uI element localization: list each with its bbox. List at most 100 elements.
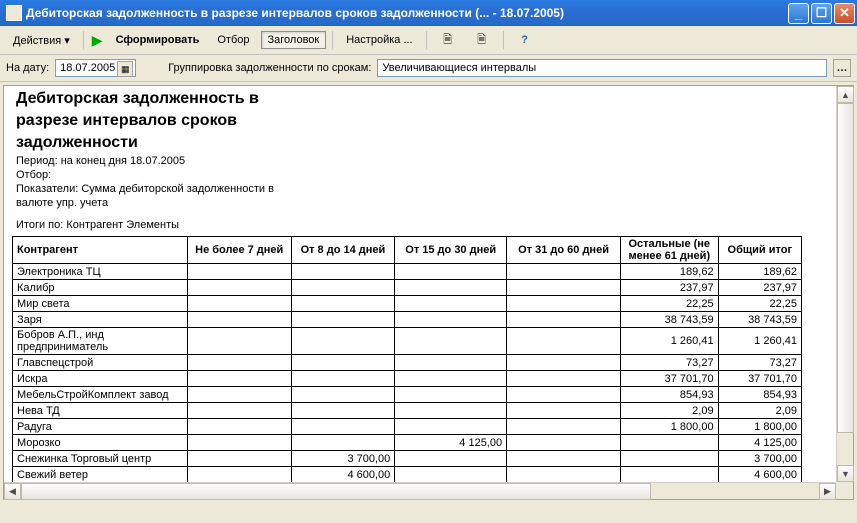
scroll-right-button[interactable]: ▶ [819, 483, 836, 500]
cell-c1 [187, 264, 291, 280]
cell-c1 [187, 312, 291, 328]
cell-c6: 4 125,00 [718, 435, 801, 451]
cell-c6: 1 260,41 [718, 328, 801, 355]
group-input[interactable]: Увеличивающиеся интервалы [377, 59, 827, 77]
table-row[interactable]: Радуга1 800,001 800,00 [13, 419, 802, 435]
col-header: Общий итог [718, 237, 801, 264]
cell-name: МебельСтройКомплект завод [13, 387, 188, 403]
table-row[interactable]: Нева ТД2,092,09 [13, 403, 802, 419]
calendar-icon[interactable]: ▦ [117, 61, 133, 77]
cell-name: Искра [13, 371, 188, 387]
toolbar: Действия ▾ ▶ Сформировать Отбор Заголово… [0, 26, 857, 55]
report-filter: Отбор: [6, 168, 834, 182]
cell-c5 [620, 435, 718, 451]
cell-c2 [291, 312, 395, 328]
settings-button[interactable]: Настройка ... [339, 31, 419, 49]
cell-name: Нева ТД [13, 403, 188, 419]
col-header: Не более 7 дней [187, 237, 291, 264]
cell-c6: 1 800,00 [718, 419, 801, 435]
header-button[interactable]: Заголовок [261, 31, 327, 49]
window-title: Дебиторская задолженность в разрезе инте… [26, 6, 788, 20]
cell-c2 [291, 328, 395, 355]
scroll-up-button[interactable]: ▲ [837, 86, 854, 103]
report-title-l1: Дебиторская задолженность в [6, 88, 834, 110]
table-row[interactable]: Свежий ветер4 600,004 600,00 [13, 467, 802, 483]
actions-menu[interactable]: Действия ▾ [6, 31, 77, 50]
cell-c4 [507, 419, 621, 435]
minimize-button[interactable]: _ [788, 3, 809, 24]
group-picker-button[interactable]: … [833, 59, 851, 77]
report-title-l3: задолженности [6, 132, 834, 154]
separator [426, 31, 427, 49]
table-row[interactable]: Морозко4 125,004 125,00 [13, 435, 802, 451]
cell-name: Снежинка Торговый центр [13, 451, 188, 467]
scroll-left-button[interactable]: ◀ [4, 483, 21, 500]
cell-c5 [620, 467, 718, 483]
cell-c1 [187, 419, 291, 435]
play-icon: ▶ [90, 32, 105, 49]
scroll-thumb-h[interactable] [21, 483, 651, 500]
cell-c2 [291, 387, 395, 403]
cell-c6: 3 700,00 [718, 451, 801, 467]
cell-c3 [395, 451, 507, 467]
cell-c5: 1 800,00 [620, 419, 718, 435]
table-row[interactable]: МебельСтройКомплект завод854,93854,93 [13, 387, 802, 403]
cell-c6: 237,97 [718, 280, 801, 296]
cell-name: Мир света [13, 296, 188, 312]
date-input[interactable]: 18.07.2005 ▦ [55, 59, 136, 77]
cell-c3 [395, 264, 507, 280]
cell-c2 [291, 280, 395, 296]
cell-c3 [395, 371, 507, 387]
col-header: От 31 до 60 дней [507, 237, 621, 264]
group-value: Увеличивающиеся интервалы [382, 62, 536, 74]
cell-c4 [507, 467, 621, 483]
cell-name: Заря [13, 312, 188, 328]
cell-c5: 73,27 [620, 355, 718, 371]
form-button[interactable]: Сформировать [109, 31, 207, 49]
cell-c6: 22,25 [718, 296, 801, 312]
spacer [6, 210, 834, 218]
help-button[interactable]: ? [510, 29, 540, 51]
table-row[interactable]: Главспецстрой73,2773,27 [13, 355, 802, 371]
report-title-l2: разрезе интервалов сроков [6, 110, 834, 132]
table-row[interactable]: Бобров А.П., инд предприниматель 1 260,41… [13, 328, 802, 355]
tool-icon-2[interactable]: 🗎 [467, 29, 497, 51]
cell-c5 [620, 451, 718, 467]
cell-c5: 854,93 [620, 387, 718, 403]
cell-c1 [187, 387, 291, 403]
cell-c4 [507, 371, 621, 387]
cell-name: Электроника ТЦ [13, 264, 188, 280]
table-row[interactable]: Калибр237,97237,97 [13, 280, 802, 296]
report-indicators-l1: Показатели: Сумма дебиторской задолженно… [6, 182, 834, 196]
cell-c6: 38 743,59 [718, 312, 801, 328]
table-row[interactable]: Заря38 743,5938 743,59 [13, 312, 802, 328]
filter-button[interactable]: Отбор [210, 31, 256, 49]
cell-name: Свежий ветер [13, 467, 188, 483]
cell-c5: 189,62 [620, 264, 718, 280]
table-header-row: Контрагент Не более 7 дней От 8 до 14 дн… [13, 237, 802, 264]
report-area: Дебиторская задолженность в разрезе инте… [3, 85, 854, 500]
table-row[interactable]: Мир света22,2522,25 [13, 296, 802, 312]
table-row[interactable]: Электроника ТЦ189,62189,62 [13, 264, 802, 280]
group-label: Группировка задолженности по срокам: [168, 62, 371, 74]
scrollbar-horizontal[interactable]: ◀ ▶ [4, 482, 836, 499]
close-button[interactable]: ✕ [834, 3, 855, 24]
separator [503, 31, 504, 49]
table-row[interactable]: Снежинка Торговый центр3 700,003 700,00 [13, 451, 802, 467]
cell-c3 [395, 387, 507, 403]
cell-c5: 1 260,41 [620, 328, 718, 355]
dropdown-icon: ▾ [64, 35, 70, 47]
col-header: Контрагент [13, 237, 188, 264]
tool-icon-1[interactable]: 🗎 [433, 29, 463, 51]
app-icon [6, 5, 22, 21]
cell-c4 [507, 264, 621, 280]
scroll-thumb-v[interactable] [837, 103, 854, 433]
table-row[interactable]: Искра37 701,7037 701,70 [13, 371, 802, 387]
report-totals-by: Итоги по: Контрагент Элементы [6, 218, 834, 232]
maximize-button[interactable]: ☐ [811, 3, 832, 24]
scrollbar-vertical[interactable]: ▲ ▼ [836, 86, 853, 482]
separator [83, 31, 84, 49]
scroll-down-button[interactable]: ▼ [837, 465, 854, 482]
cell-name: Бобров А.П., инд предприниматель [13, 328, 188, 355]
col-header: От 15 до 30 дней [395, 237, 507, 264]
